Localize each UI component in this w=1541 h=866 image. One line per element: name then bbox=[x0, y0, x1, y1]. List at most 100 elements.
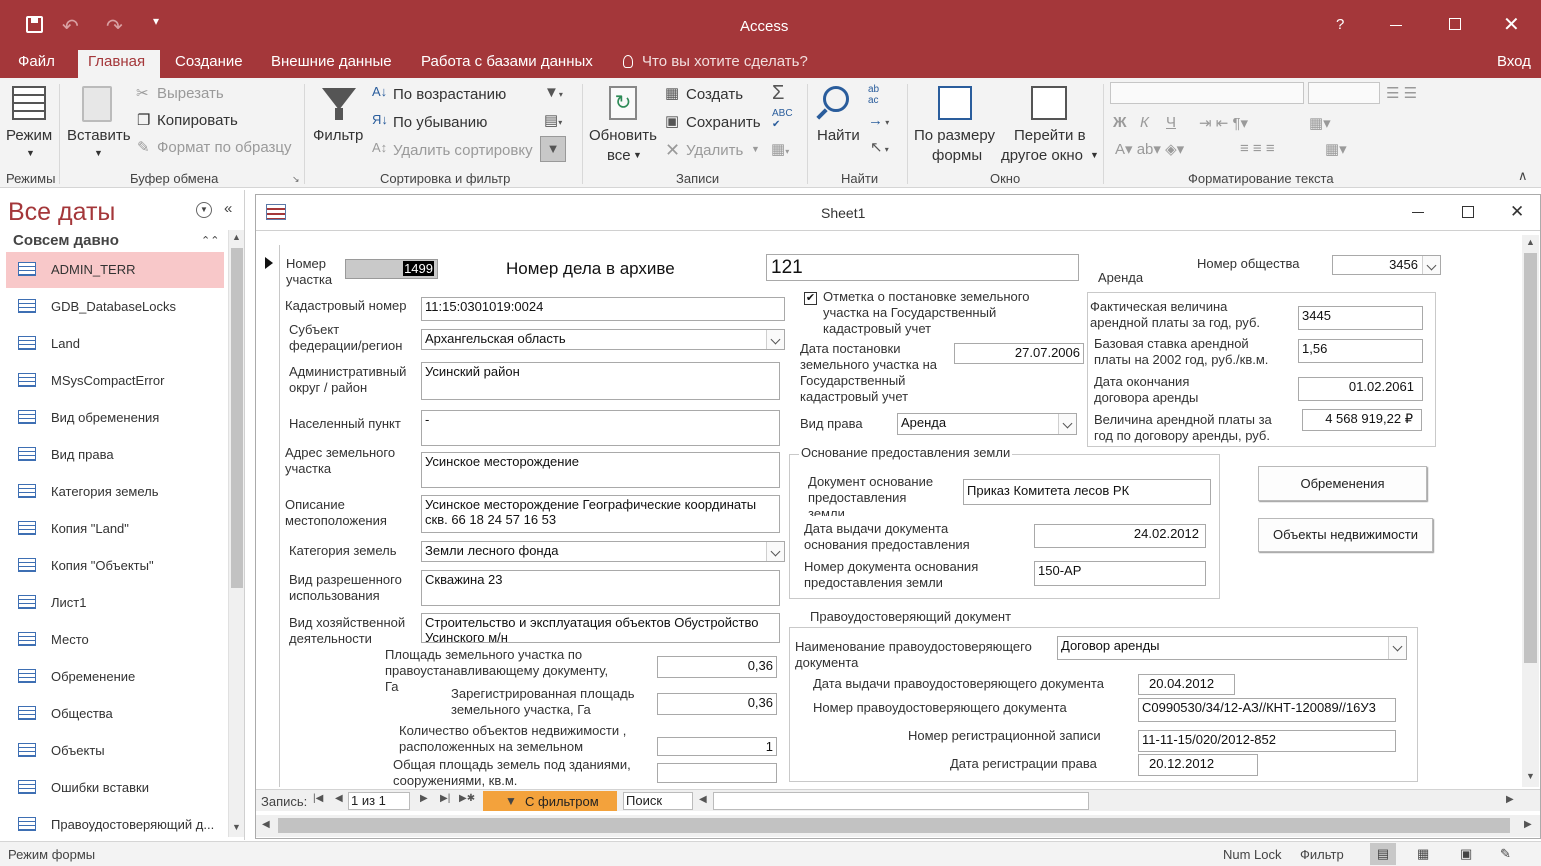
title-doc-date-field[interactable]: 20.04.2012 bbox=[1138, 674, 1235, 695]
form-close-icon[interactable]: ✕ bbox=[1510, 202, 1524, 222]
italic-icon[interactable]: К bbox=[1140, 114, 1149, 131]
collapse-ribbon-icon[interactable]: ∧ bbox=[1518, 168, 1528, 184]
society-number-select[interactable]: 3456 bbox=[1332, 255, 1441, 275]
cadastral-date-field[interactable]: 27.07.2006 bbox=[954, 343, 1084, 364]
registration-date-field[interactable]: 20.12.2012 bbox=[1138, 754, 1258, 776]
nav-item-table[interactable]: Ошибки вставки bbox=[6, 770, 224, 806]
bold-icon[interactable]: Ж bbox=[1113, 114, 1127, 131]
tab-home[interactable]: Главная bbox=[78, 50, 160, 78]
font-color-icon[interactable]: A▾ ab▾ ◈▾ bbox=[1115, 140, 1184, 158]
sort-ascending-button[interactable]: По возрастанию bbox=[393, 86, 506, 103]
nav-section-header[interactable]: Совсем давно bbox=[13, 232, 119, 249]
nav-item-table[interactable]: Объекты bbox=[6, 733, 224, 769]
format-painter-button[interactable]: Формат по образцу bbox=[157, 139, 292, 156]
select-icon[interactable]: ↖ ▾ bbox=[870, 138, 889, 156]
chevron-down-icon[interactable] bbox=[1388, 637, 1406, 659]
close-icon[interactable]: ✕ bbox=[1503, 12, 1520, 37]
sort-descending-button[interactable]: По убыванию bbox=[393, 114, 487, 131]
nav-item-table[interactable]: Вид права bbox=[6, 437, 224, 473]
tab-database-tools[interactable]: Работа с базами данных bbox=[411, 50, 603, 78]
land-category-select[interactable]: Земли лесного фонда bbox=[421, 541, 785, 562]
nav-title[interactable]: Все даты bbox=[8, 198, 115, 227]
activity-field[interactable]: Строительство и эксплуатация объектов Об… bbox=[421, 613, 780, 643]
size-to-fit-button-line2[interactable]: формы bbox=[932, 147, 982, 164]
hscroll-left-icon[interactable]: ◀ bbox=[699, 794, 707, 805]
address-field[interactable]: Усинское месторождение bbox=[421, 452, 780, 488]
scroll-left-icon[interactable]: ◀ bbox=[262, 819, 270, 830]
toggle-filter-icon[interactable]: ▼ bbox=[540, 136, 566, 162]
size-to-fit-button[interactable]: По размеру bbox=[914, 127, 995, 144]
rent-actual-field[interactable]: 3445 bbox=[1298, 306, 1423, 330]
copy-button[interactable]: Копировать bbox=[157, 112, 238, 129]
nav-item-table[interactable]: Копия "Land" bbox=[6, 511, 224, 547]
record-search-input[interactable]: Поиск bbox=[623, 792, 693, 810]
record-selector[interactable] bbox=[258, 245, 280, 787]
chevron-down-icon[interactable] bbox=[1422, 256, 1440, 274]
basis-doc-field[interactable]: Приказ Комитета лесов РК bbox=[963, 479, 1211, 505]
nav-item-table[interactable]: GDB_DatabaseLocks bbox=[6, 289, 224, 325]
alt-row-color-icon[interactable]: ▦▾ bbox=[1325, 140, 1347, 158]
redo-icon[interactable]: ↷ bbox=[106, 14, 123, 39]
tab-create[interactable]: Создание bbox=[165, 50, 253, 78]
totals-icon[interactable]: Σ bbox=[772, 82, 784, 105]
filter-button[interactable]: Фильтр bbox=[313, 127, 363, 144]
indent-icons[interactable]: ⇥ ⇤ ¶▾ bbox=[1199, 114, 1248, 132]
archive-number-field[interactable]: 121 bbox=[766, 254, 1079, 281]
font-name-select[interactable] bbox=[1110, 82, 1304, 104]
rent-base-field[interactable]: 1,56 bbox=[1298, 339, 1423, 363]
form-hscrollbar[interactable]: ◀ ▶ bbox=[256, 815, 1540, 837]
advanced-filter-icon[interactable]: ▤▾ bbox=[544, 111, 562, 129]
layout-view-icon[interactable]: ▣ bbox=[1460, 846, 1472, 862]
cut-button[interactable]: Вырезать bbox=[157, 85, 224, 102]
nav-item-table[interactable]: Категория земель bbox=[6, 474, 224, 510]
form-view-icon[interactable]: ▤ bbox=[1370, 843, 1396, 865]
nav-scrollbar[interactable]: ▲ ▼ bbox=[228, 230, 244, 837]
collapse-pane-icon[interactable]: « bbox=[224, 200, 232, 217]
maximize-icon[interactable] bbox=[1449, 18, 1461, 30]
rent-end-field[interactable]: 01.02.2061 bbox=[1298, 377, 1423, 401]
list-icons[interactable]: ☰ ☰ bbox=[1386, 84, 1417, 102]
sign-in-link[interactable]: Вход bbox=[1497, 53, 1531, 70]
nav-item-table[interactable]: ADMIN_TERR bbox=[6, 252, 224, 288]
find-button[interactable]: Найти bbox=[817, 127, 860, 144]
nav-item-table[interactable]: Копия "Объекты" bbox=[6, 548, 224, 584]
view-mode-button[interactable]: Режим bbox=[6, 127, 52, 144]
filter-status-badge[interactable]: ▼ С фильтром bbox=[483, 791, 617, 811]
encumbrance-button[interactable]: Обременения bbox=[1258, 466, 1427, 501]
underline-icon[interactable]: Ч bbox=[1166, 114, 1176, 131]
last-record-icon[interactable]: ▶| bbox=[440, 793, 450, 804]
tell-me-search[interactable]: Что вы хотите сделать? bbox=[642, 53, 808, 70]
form-maximize-icon[interactable] bbox=[1462, 206, 1474, 218]
tab-file[interactable]: Файл bbox=[8, 50, 65, 78]
district-field[interactable]: Усинский район bbox=[421, 362, 780, 400]
chevron-down-icon[interactable] bbox=[766, 542, 784, 561]
cadastral-number-field[interactable]: 11:15:0301019:0024 bbox=[421, 297, 785, 321]
nav-item-table[interactable]: Общества bbox=[6, 696, 224, 732]
dialog-launcher-icon[interactable]: ↘ bbox=[292, 174, 300, 185]
permitted-use-field[interactable]: Скважина 23 bbox=[421, 570, 780, 606]
refresh-all-button-line2[interactable]: все bbox=[607, 147, 631, 164]
cadastral-flag-checkbox[interactable]: ✔ bbox=[804, 292, 817, 305]
nav-item-table[interactable]: Land bbox=[6, 326, 224, 362]
nav-menu-icon[interactable]: ▼ bbox=[196, 202, 212, 218]
title-doc-number-field[interactable]: С0990530/34/12-АЗ//КНТ-120089//16У3 bbox=[1138, 698, 1396, 722]
prev-record-icon[interactable]: ◀ bbox=[335, 793, 343, 804]
undo-icon[interactable]: ↶ bbox=[62, 14, 79, 39]
registration-number-field[interactable]: 11-11-15/020/2012-852 bbox=[1138, 730, 1396, 752]
new-record-nav-icon[interactable]: ▶✱ bbox=[459, 793, 475, 804]
scroll-thumb[interactable] bbox=[1524, 253, 1537, 663]
scroll-down-icon[interactable]: ▼ bbox=[232, 822, 241, 832]
scroll-up-icon[interactable]: ▲ bbox=[1526, 237, 1535, 247]
right-type-select[interactable]: Аренда bbox=[897, 413, 1077, 435]
scroll-down-icon[interactable]: ▼ bbox=[1526, 771, 1535, 781]
hscroll-right-icon[interactable]: ▶ bbox=[1506, 794, 1514, 805]
spelling-icon[interactable]: ABC ✔ bbox=[772, 108, 793, 130]
help-button[interactable]: ? bbox=[1336, 16, 1344, 33]
subject-select[interactable]: Архангельская область bbox=[421, 329, 785, 350]
location-description-field[interactable]: Усинское месторождение Географические ко… bbox=[421, 495, 780, 533]
datasheet-view-icon[interactable]: ▦ bbox=[1417, 846, 1429, 862]
nav-item-table[interactable]: Обременение bbox=[6, 659, 224, 695]
basis-date-field[interactable]: 24.02.2012 bbox=[1034, 524, 1206, 548]
save-icon[interactable] bbox=[26, 16, 43, 33]
next-record-icon[interactable]: ▶ bbox=[420, 793, 428, 804]
